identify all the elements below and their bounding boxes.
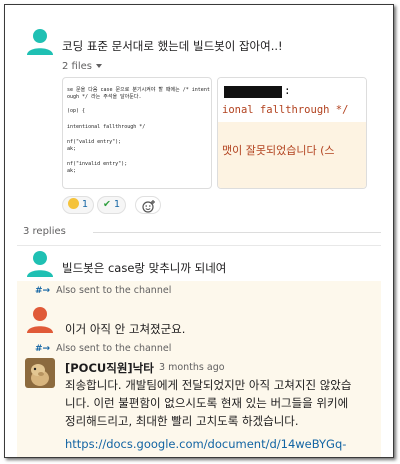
user-avatar-teal-icon[interactable] bbox=[25, 249, 55, 279]
also-sent-label: Also sent to the channel bbox=[56, 285, 172, 296]
channel-share-icon: #→ bbox=[35, 344, 51, 354]
screenshot-text: : bbox=[284, 84, 291, 97]
files-label: 2 files bbox=[62, 61, 92, 72]
user-avatar-orange-icon[interactable] bbox=[25, 305, 55, 335]
channel-share-icon: #→ bbox=[35, 286, 51, 296]
screenshot-text: 맷이 잘못되었습니다 (스 bbox=[222, 144, 335, 157]
code-line: intentional fallthrough */ bbox=[67, 124, 146, 130]
code-line: ough */ 라는 주석을 달아둔다. bbox=[67, 94, 142, 100]
code-line: ak; bbox=[67, 168, 77, 174]
replies-divider bbox=[93, 232, 381, 233]
redacted-block bbox=[224, 86, 282, 98]
thread-panel: 코딩 표준 문서대로 했는데 빌드봇이 잡아여..! 2 files se 문을… bbox=[4, 4, 394, 458]
author-name[interactable]: [POCU직원]낙타 bbox=[65, 360, 154, 376]
add-reaction-button[interactable] bbox=[135, 196, 161, 214]
reply-text: 이거 아직 안 고쳐졌군요. bbox=[65, 322, 186, 336]
files-toggle[interactable]: 2 files bbox=[62, 61, 102, 72]
also-sent-notice[interactable]: #→ Also sent to the channel bbox=[35, 343, 171, 354]
reaction-scream[interactable]: 1 bbox=[62, 196, 95, 214]
also-sent-notice[interactable]: #→ Also sent to the channel bbox=[35, 285, 171, 296]
timestamp[interactable]: 3 months ago bbox=[159, 362, 225, 373]
reaction-count: 1 bbox=[113, 199, 121, 210]
camel-avatar-icon[interactable] bbox=[25, 358, 55, 388]
code-line: (op) { bbox=[67, 108, 86, 114]
code-line: se 문을 다음 case 문으로 분기시켜야 할 때에는 /* intent bbox=[67, 87, 210, 93]
file-attachment-screenshot[interactable]: : ional fallthrough */ 맷이 잘못되었습니다 (스 bbox=[217, 77, 367, 189]
reaction-check[interactable]: ✔ 1 bbox=[97, 196, 127, 214]
reply-text-line: 정리해드리고, 최대한 빨리 고치도록 하겠습니다. bbox=[65, 414, 299, 428]
user-avatar-teal-icon[interactable] bbox=[25, 27, 55, 57]
caret-down-icon bbox=[95, 64, 102, 68]
reply-divider bbox=[17, 245, 381, 246]
reply-text: 빌드봇은 case랑 맞추니까 되네여 bbox=[62, 261, 227, 275]
add-reaction-icon bbox=[142, 200, 155, 213]
also-sent-label: Also sent to the channel bbox=[56, 343, 172, 354]
code-line: nf("invalid entry"); bbox=[67, 161, 128, 167]
code-line: ak; bbox=[67, 146, 77, 152]
file-attachment-code[interactable]: se 문을 다음 case 문으로 분기시켜야 할 때에는 /* intent … bbox=[62, 77, 212, 189]
reply-text-line: 죄송합니다. 개발팀에게 전달되었지만 아직 고쳐지진 않았습 bbox=[65, 378, 352, 392]
scream-emoji-icon bbox=[68, 198, 79, 209]
screenshot-text: ional fallthrough */ bbox=[222, 104, 349, 116]
document-link[interactable]: https://docs.google.com/document/d/14weB… bbox=[65, 437, 346, 451]
replies-count: 3 replies bbox=[23, 226, 66, 237]
message-text: 코딩 표준 문서대로 했는데 빌드봇이 잡아여..! bbox=[62, 39, 283, 53]
reaction-count: 1 bbox=[82, 199, 89, 210]
reply-text-line: 니다. 이런 불편함이 없으시도록 현재 있는 버그들을 위키에 bbox=[65, 396, 349, 410]
code-line: nf("valid entry"); bbox=[67, 139, 122, 145]
check-mark-icon: ✔ bbox=[103, 199, 111, 210]
